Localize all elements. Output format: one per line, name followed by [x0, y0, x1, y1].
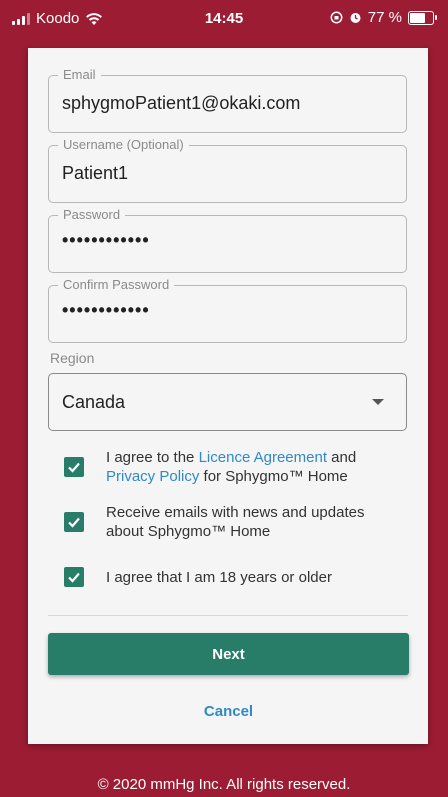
checkmark-icon	[68, 462, 80, 473]
licence-and: and	[327, 449, 357, 466]
signup-card: Email sphygmoPatient1@okaki.com Username…	[28, 48, 428, 744]
battery-percent: 77 %	[367, 9, 402, 26]
confirm-password-value: ••••••••••••	[62, 300, 150, 320]
licence-text: I agree to the Licence Agreement and Pri…	[106, 448, 404, 486]
password-label: Password	[58, 207, 126, 223]
privacy-policy-link[interactable]: Privacy Policy	[106, 468, 199, 485]
age-confirmation-row: I agree that I am 18 years or older	[64, 567, 404, 587]
battery-level	[410, 12, 425, 23]
dropdown-arrow-icon	[372, 399, 384, 405]
licence-suffix: for Sphygmo™ Home	[199, 468, 348, 485]
divider	[48, 615, 408, 616]
email-updates-checkbox[interactable]	[64, 512, 84, 532]
email-label: Email	[58, 67, 101, 83]
cancel-button[interactable]: Cancel	[48, 700, 409, 722]
region-label: Region	[50, 350, 95, 366]
copyright-footer: © 2020 mmHg Inc. All rights reserved.	[97, 776, 351, 793]
battery-icon	[408, 10, 437, 25]
licence-agreement-row: I agree to the Licence Agreement and Pri…	[64, 448, 404, 486]
licence-checkbox[interactable]	[64, 457, 84, 477]
alarm-icon	[350, 13, 361, 23]
email-field[interactable]: Email sphygmoPatient1@okaki.com	[48, 67, 407, 133]
confirm-password-label: Confirm Password	[58, 277, 175, 293]
orientation-lock-icon	[330, 11, 343, 24]
next-button[interactable]: Next	[48, 633, 409, 675]
email-updates-row: Receive emails with news and updates abo…	[64, 503, 404, 541]
status-right: 77 %	[330, 9, 437, 26]
licence-prefix: I agree to the	[106, 449, 199, 466]
region-select[interactable]: Canada	[48, 373, 407, 431]
checkmark-icon	[68, 517, 80, 528]
username-field[interactable]: Username (Optional) Patient1	[48, 137, 407, 203]
email-value: sphygmoPatient1@okaki.com	[62, 93, 301, 113]
checkmark-icon	[68, 572, 80, 583]
username-label: Username (Optional)	[58, 137, 189, 153]
username-value: Patient1	[62, 163, 129, 183]
password-value: ••••••••••••	[62, 230, 150, 250]
age-text: I agree that I am 18 years or older	[106, 568, 332, 586]
age-checkbox[interactable]	[64, 567, 84, 587]
confirm-password-field[interactable]: Confirm Password ••••••••••••	[48, 277, 407, 343]
status-bar: Koodo 14:45 77 %	[0, 0, 448, 40]
email-updates-text: Receive emails with news and updates abo…	[106, 504, 365, 540]
region-value: Canada	[62, 392, 126, 412]
licence-agreement-link[interactable]: Licence Agreement	[199, 449, 327, 466]
password-field[interactable]: Password ••••••••••••	[48, 207, 407, 273]
